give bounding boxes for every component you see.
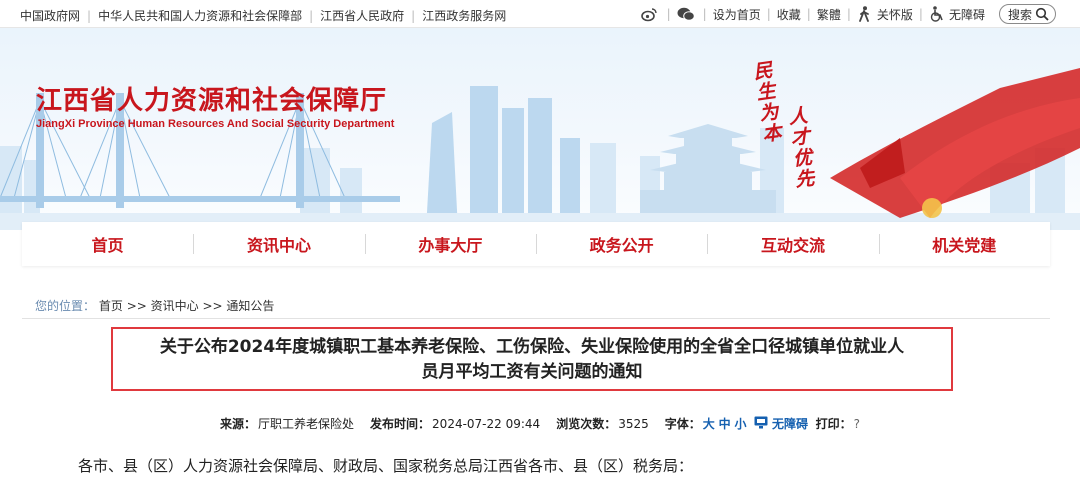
search-label: 搜索 <box>1007 7 1032 22</box>
wheelchair-icon <box>929 6 945 22</box>
traditional-chinese-link[interactable]: 繁體 <box>817 6 841 23</box>
view-count-label: 浏览次数： <box>556 417 617 431</box>
divider: | <box>766 7 771 21</box>
search-button[interactable]: 搜索 <box>998 4 1056 24</box>
search-icon <box>1035 7 1049 21</box>
source-value: 厅职工养老保险处 <box>258 417 355 431</box>
weibo-icon[interactable] <box>640 6 657 22</box>
article-title-line-1: 关于公布2024年度城镇职工基本养老保险、工伤保险、失业保险使用的全省全口径城镇… <box>159 337 905 357</box>
font-small-button[interactable]: 小 <box>734 415 746 432</box>
top-bar: 中国政府网 | 中华人民共和国人力资源和社会保障部 | 江西省人民政府 | 江西… <box>0 0 1080 28</box>
breadcrumb-notices[interactable]: 通知公告 <box>226 299 274 313</box>
divider <box>22 318 1050 319</box>
breadcrumb: 您的位置： 首页 >> 资讯中心 >> 通知公告 <box>35 297 274 314</box>
publish-time-value: 2024-07-22 09:44 <box>432 416 541 431</box>
print-button[interactable]: ? <box>854 417 860 431</box>
article-first-paragraph: 各市、县（区）人力资源社会保障局、财政局、国家税务总局江西省各市、县（区）税务局… <box>78 457 694 475</box>
divider: | <box>702 7 707 21</box>
article-title-box: 关于公布2024年度城镇职工基本养老保险、工伤保险、失业保险使用的全省全口径城镇… <box>111 327 953 391</box>
source-label: 来源： <box>220 417 257 431</box>
print-label: 打印： <box>815 417 852 431</box>
divider: | <box>309 8 314 23</box>
link-mohrss[interactable]: 中华人民共和国人力资源和社会保障部 <box>98 7 302 24</box>
accessibility-icon <box>754 416 768 432</box>
breadcrumb-news-center[interactable]: 资讯中心 <box>151 299 199 313</box>
nav-interaction[interactable]: 互动交流 <box>707 222 878 266</box>
breadcrumb-separator: >> <box>126 299 147 313</box>
top-links: 中国政府网 | 中华人民共和国人力资源和社会保障部 | 江西省人民政府 | 江西… <box>20 7 506 24</box>
divider: | <box>87 8 92 23</box>
publish-time-label: 发布时间： <box>370 417 431 431</box>
bookmark-link[interactable]: 收藏 <box>777 6 801 23</box>
divider: | <box>918 7 923 21</box>
accessibility-link[interactable]: 无障碍 <box>949 6 985 23</box>
breadcrumb-separator: >> <box>202 299 223 313</box>
site-title: 江西省人力资源和社会保障厅 <box>36 86 388 116</box>
walking-person-icon <box>857 6 873 22</box>
divider: | <box>806 7 811 21</box>
font-medium-button[interactable]: 中 <box>719 415 731 432</box>
divider: | <box>846 7 851 21</box>
wechat-icon[interactable] <box>677 6 695 22</box>
divider: | <box>666 7 671 21</box>
breadcrumb-label: 您的位置： <box>35 299 96 313</box>
font-size-label: 字体： <box>664 417 701 431</box>
elderly-mode-link[interactable]: 关怀版 <box>877 6 913 23</box>
breadcrumb-home[interactable]: 首页 <box>99 299 123 313</box>
font-large-button[interactable]: 大 <box>703 415 715 432</box>
divider: | <box>411 8 416 23</box>
header-banner: 江西省人力资源和社会保障厅 JiangXi Province Human Res… <box>0 28 1080 230</box>
article-meta: 来源： 厅职工养老保险处 发布时间： 2024-07-22 09:44 浏览次数… <box>0 415 1080 432</box>
nav-service-hall[interactable]: 办事大厅 <box>364 222 536 266</box>
nav-party-building[interactable]: 机关党建 <box>878 222 1050 266</box>
link-gov-cn[interactable]: 中国政府网 <box>20 7 80 24</box>
nav-government-affairs[interactable]: 政务公开 <box>535 222 707 266</box>
site-subtitle: JiangXi Province Human Resources And Soc… <box>36 118 395 130</box>
set-home-link[interactable]: 设为首页 <box>713 6 761 23</box>
main-nav: 首页 资讯中心 办事大厅 政务公开 互动交流 机关党建 <box>22 222 1050 266</box>
top-tools: | | 设为首页 | 收藏 | 繁體 | 关怀版 | 无障碍 搜索 <box>640 4 1056 24</box>
nav-home[interactable]: 首页 <box>22 222 193 266</box>
article-title-line-2: 员月平均工资有关问题的通知 <box>421 362 643 382</box>
link-jiangxi-service[interactable]: 江西政务服务网 <box>422 7 506 24</box>
nav-news-center[interactable]: 资讯中心 <box>193 222 364 266</box>
view-count-value: 3525 <box>618 416 649 431</box>
accessibility-button[interactable]: 无障碍 <box>772 415 808 432</box>
link-jiangxi-gov[interactable]: 江西省人民政府 <box>320 7 404 24</box>
